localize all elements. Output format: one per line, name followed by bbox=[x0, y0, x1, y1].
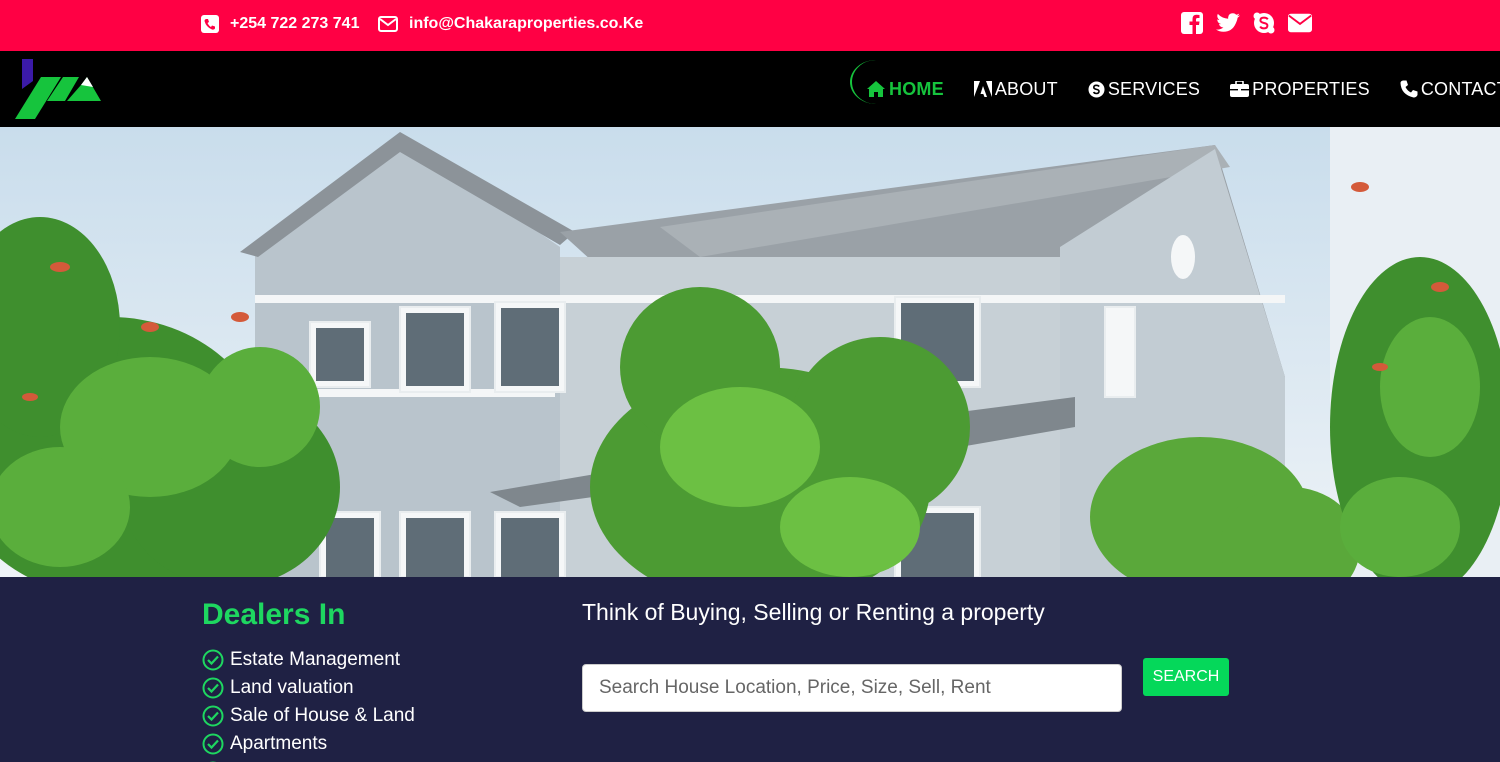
list-item: Land valuation bbox=[202, 674, 415, 702]
adobe-icon bbox=[973, 81, 992, 97]
nav-home[interactable]: HOME bbox=[850, 60, 944, 104]
envelope-outline-icon bbox=[378, 16, 398, 32]
phone-icon bbox=[1400, 80, 1418, 98]
email-address: info@Chakaraproperties.co.Ke bbox=[409, 15, 644, 32]
envelope-icon[interactable] bbox=[1288, 11, 1312, 35]
check-circle-icon bbox=[202, 677, 224, 699]
search-button[interactable]: SEARCH bbox=[1143, 658, 1229, 696]
check-circle-icon bbox=[202, 649, 224, 671]
nav-properties-label: PROPERTIES bbox=[1252, 78, 1370, 99]
dealer-item-label: Land valuation bbox=[230, 677, 354, 698]
nav-contact[interactable]: CONTACT bbox=[1400, 74, 1500, 104]
twitter-icon[interactable] bbox=[1216, 11, 1240, 35]
nav-properties[interactable]: PROPERTIES bbox=[1230, 74, 1370, 104]
phone-square-icon bbox=[201, 15, 219, 33]
dealers-title: Dealers In bbox=[202, 598, 346, 631]
company-logo[interactable] bbox=[15, 59, 101, 119]
skype-circle-icon bbox=[1088, 81, 1105, 97]
dealer-item-label: Apartments bbox=[230, 733, 328, 754]
nav-contact-label: CONTACT bbox=[1420, 78, 1500, 99]
nav-services-label: SERVICES bbox=[1107, 78, 1201, 99]
nav-about-label: ABOUT bbox=[994, 78, 1058, 99]
hero-house-image bbox=[0, 127, 1500, 577]
skype-icon[interactable] bbox=[1252, 11, 1276, 35]
list-item: Apartments bbox=[202, 730, 415, 758]
list-item: Sale of House & Land bbox=[202, 702, 415, 730]
main-navbar: HOME ABOUT SERVICES PROPERTIES CONTACT bbox=[0, 51, 1500, 127]
nav-home-label: HOME bbox=[889, 78, 944, 99]
check-circle-icon bbox=[202, 705, 224, 727]
check-circle-icon bbox=[202, 733, 224, 755]
home-icon bbox=[867, 81, 885, 97]
phone-number: +254 722 273 741 bbox=[230, 15, 360, 32]
social-links bbox=[1180, 11, 1312, 35]
search-tagline: Think of Buying, Selling or Renting a pr… bbox=[582, 599, 1045, 625]
top-contact-bar: +254 722 273 741 info@Chakaraproperties.… bbox=[0, 0, 1500, 51]
list-item: Estate Management bbox=[202, 646, 415, 674]
list-item bbox=[202, 758, 415, 762]
facebook-icon[interactable] bbox=[1180, 11, 1204, 35]
nav-services[interactable]: SERVICES bbox=[1088, 74, 1200, 104]
dealer-item-label: Estate Management bbox=[230, 649, 401, 670]
nav-about[interactable]: ABOUT bbox=[973, 74, 1058, 104]
briefcase-icon bbox=[1230, 81, 1250, 97]
phone-contact[interactable]: +254 722 273 741 bbox=[201, 13, 359, 35]
email-contact[interactable]: info@Chakaraproperties.co.Ke bbox=[378, 13, 643, 35]
dealers-list: Estate Management Land valuation Sale of… bbox=[202, 646, 415, 762]
dealer-item-label: Sale of House & Land bbox=[230, 705, 415, 726]
hero-illustration bbox=[0, 127, 1500, 577]
search-input[interactable] bbox=[582, 664, 1122, 712]
nav-menu: HOME ABOUT SERVICES PROPERTIES CONTACT bbox=[850, 51, 1500, 127]
